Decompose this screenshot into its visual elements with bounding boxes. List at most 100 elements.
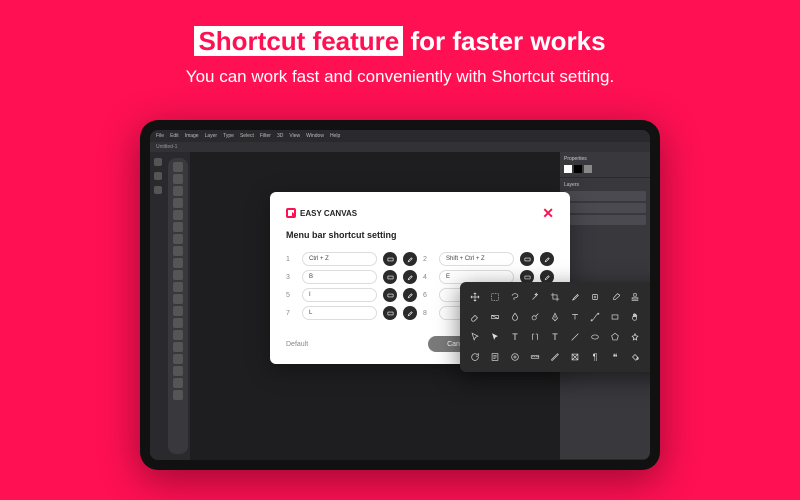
picker-paragraph-icon[interactable]: ¶ <box>588 350 602 364</box>
menu-item[interactable]: File <box>156 133 164 139</box>
tool-icon[interactable] <box>173 390 183 400</box>
tool-icon[interactable] <box>173 270 183 280</box>
tool-icon[interactable] <box>173 378 183 388</box>
picker-lasso-icon[interactable] <box>508 290 522 304</box>
rail-icon[interactable] <box>154 158 162 166</box>
edit-icon[interactable] <box>403 252 417 266</box>
picker-custom-shape-icon[interactable] <box>628 330 642 344</box>
picker-hand-icon[interactable] <box>628 310 642 324</box>
layer-row[interactable] <box>564 203 646 213</box>
tablet-frame: File Edit Image Layer Type Select Filter… <box>140 120 660 470</box>
picker-vertical-text-icon[interactable] <box>528 330 542 344</box>
picker-more-icon[interactable] <box>648 350 650 364</box>
tool-icon[interactable] <box>173 198 183 208</box>
tool-icon[interactable] <box>173 294 183 304</box>
picker-quote-icon[interactable]: ❝ <box>608 350 622 364</box>
tool-icon[interactable] <box>173 258 183 268</box>
picker-history-brush-icon[interactable] <box>648 290 650 304</box>
tool-icon[interactable] <box>173 330 183 340</box>
edit-icon[interactable] <box>540 252 554 266</box>
picker-blur-icon[interactable] <box>508 310 522 324</box>
picker-text-icon[interactable]: T <box>508 330 522 344</box>
tool-icon[interactable] <box>173 186 183 196</box>
row-number: 3 <box>286 274 296 281</box>
picker-rectangle-icon[interactable] <box>608 310 622 324</box>
close-button[interactable]: ✕ <box>542 206 554 220</box>
menu-item[interactable]: View <box>289 133 300 139</box>
tool-icon[interactable] <box>173 306 183 316</box>
edit-icon[interactable] <box>403 270 417 284</box>
picker-pen-icon[interactable] <box>548 310 562 324</box>
picker-move-icon[interactable] <box>468 290 482 304</box>
picker-crop-icon[interactable] <box>548 290 562 304</box>
menu-item[interactable]: Layer <box>205 133 218 139</box>
picker-brush-icon[interactable] <box>608 290 622 304</box>
picker-dodge-icon[interactable] <box>528 310 542 324</box>
tool-icon[interactable] <box>173 342 183 352</box>
picker-ellipse-icon[interactable] <box>588 330 602 344</box>
picker-frame-icon[interactable] <box>568 350 582 364</box>
menu-item[interactable]: 3D <box>277 133 283 139</box>
menu-item[interactable]: Filter <box>260 133 271 139</box>
rail-icon[interactable] <box>154 186 162 194</box>
default-link[interactable]: Default <box>286 341 308 348</box>
picker-count-icon[interactable] <box>508 350 522 364</box>
picker-bucket-icon[interactable] <box>628 350 642 364</box>
keyboard-icon[interactable] <box>383 288 397 302</box>
picker-marquee-icon[interactable] <box>488 290 502 304</box>
picker-ruler-icon[interactable] <box>528 350 542 364</box>
tool-icon[interactable] <box>173 366 183 376</box>
swatch[interactable] <box>574 165 582 173</box>
keyboard-icon[interactable] <box>383 270 397 284</box>
tool-icon[interactable] <box>173 354 183 364</box>
tool-icon[interactable] <box>173 174 183 184</box>
shortcut-field[interactable]: Ctrl + Z <box>302 252 377 266</box>
document-tab[interactable]: Untitled-1 <box>156 144 177 150</box>
picker-rotate-icon[interactable] <box>468 350 482 364</box>
picker-slice-icon[interactable] <box>548 350 562 364</box>
menu-item[interactable]: Window <box>306 133 324 139</box>
picker-wand-icon[interactable] <box>528 290 542 304</box>
tool-icon[interactable] <box>173 210 183 220</box>
keyboard-icon[interactable] <box>383 252 397 266</box>
picker-note-icon[interactable] <box>488 350 502 364</box>
shortcut-field[interactable]: L <box>302 306 377 320</box>
tool-icon[interactable] <box>173 246 183 256</box>
rail-icon[interactable] <box>154 172 162 180</box>
picker-heal-icon[interactable] <box>588 290 602 304</box>
edit-icon[interactable] <box>403 306 417 320</box>
layer-row[interactable] <box>564 191 646 201</box>
menu-item[interactable]: Image <box>185 133 199 139</box>
picker-gradient-icon[interactable] <box>488 310 502 324</box>
picker-type-icon[interactable] <box>568 310 582 324</box>
picker-cursor-icon[interactable] <box>468 330 482 344</box>
swatch[interactable] <box>584 165 592 173</box>
keyboard-icon[interactable] <box>520 252 534 266</box>
tool-icon[interactable] <box>173 318 183 328</box>
menu-item[interactable]: Select <box>240 133 254 139</box>
picker-type-mask-icon[interactable]: T <box>548 330 562 344</box>
picker-eyedropper-icon[interactable] <box>568 290 582 304</box>
picker-rect-icon[interactable] <box>648 330 650 344</box>
tool-icon[interactable] <box>173 282 183 292</box>
layer-row[interactable] <box>564 215 646 225</box>
menu-item[interactable]: Edit <box>170 133 179 139</box>
picker-eraser-icon[interactable] <box>468 310 482 324</box>
shortcut-field[interactable]: B <box>302 270 377 284</box>
shortcut-field[interactable]: I <box>302 288 377 302</box>
keyboard-icon[interactable] <box>383 306 397 320</box>
picker-path-icon[interactable] <box>588 310 602 324</box>
picker-zoom-icon[interactable] <box>648 310 650 324</box>
tool-icon[interactable] <box>173 234 183 244</box>
edit-icon[interactable] <box>403 288 417 302</box>
picker-polygon-icon[interactable] <box>608 330 622 344</box>
picker-stamp-icon[interactable] <box>628 290 642 304</box>
picker-line-icon[interactable] <box>568 330 582 344</box>
menu-item[interactable]: Help <box>330 133 340 139</box>
tool-icon[interactable] <box>173 162 183 172</box>
tool-icon[interactable] <box>173 222 183 232</box>
shortcut-field[interactable]: Shift + Ctrl + Z <box>439 252 514 266</box>
picker-direct-select-icon[interactable] <box>488 330 502 344</box>
menu-item[interactable]: Type <box>223 133 234 139</box>
swatch[interactable] <box>564 165 572 173</box>
